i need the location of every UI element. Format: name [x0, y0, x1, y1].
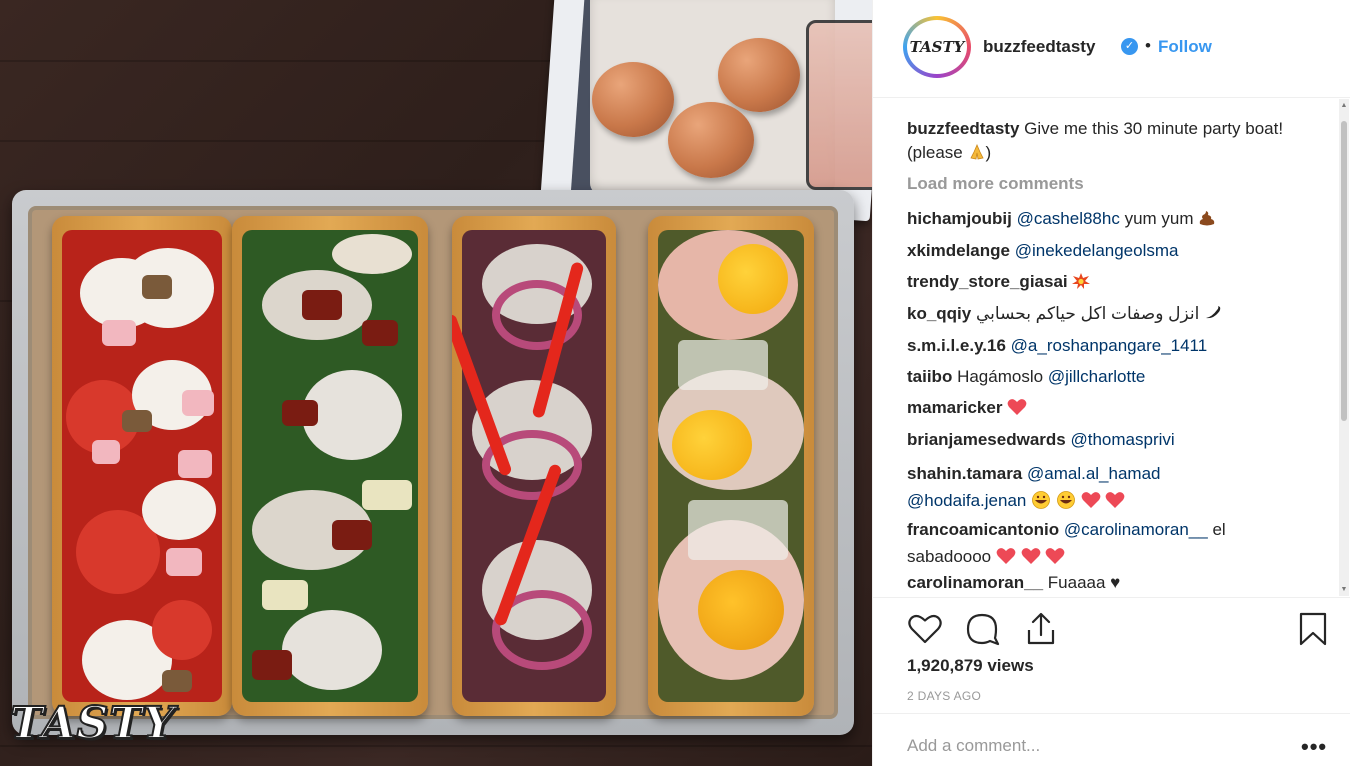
- scroll-down-arrow-icon[interactable]: ▼: [1340, 586, 1348, 593]
- comment-username[interactable]: taiibo: [907, 367, 952, 386]
- comment-username[interactable]: s.m.i.l.e.y.16: [907, 336, 1006, 355]
- comment-item: taiibo Hagámoslo @jillcharlotte: [907, 365, 1327, 388]
- comment-mention[interactable]: @jillcharlotte: [1048, 367, 1146, 386]
- red-heart-icon: [996, 548, 1016, 564]
- follow-button[interactable]: Follow: [1158, 37, 1212, 57]
- red-heart-icon: [1045, 548, 1065, 564]
- post-header: TASTY buzzfeedtasty ✓ • Follow: [873, 0, 1350, 98]
- comment-item: shahin.tamara @amal.al_hamad @hodaifa.je…: [907, 460, 1327, 514]
- comment-text: el: [1212, 520, 1226, 539]
- grinning-face-icon: [1032, 491, 1050, 509]
- comment-item: carolinamoran__ Fuaaaa ♥: [907, 571, 1327, 594]
- like-heart-icon[interactable]: [907, 612, 943, 646]
- avatar[interactable]: TASTY: [903, 16, 971, 78]
- comment-mention[interactable]: @thomasprivi: [1070, 430, 1174, 449]
- view-count: 1,920,879 views: [907, 656, 1034, 675]
- comment-username[interactable]: shahin.tamara: [907, 464, 1022, 483]
- separator: •: [1145, 36, 1151, 55]
- comment-mention[interactable]: @inekedelangeolsma: [1015, 241, 1179, 260]
- comment-text: Fuaaaa ♥: [1047, 573, 1121, 592]
- scroll-thumb[interactable]: [1341, 121, 1347, 421]
- comment-mention[interactable]: @amal.al_hamad: [1027, 464, 1161, 483]
- comment-item: hichamjoubij @cashel88hc yum yum: [907, 207, 1327, 230]
- verified-badge-icon: ✓: [1121, 38, 1138, 55]
- comment-username[interactable]: hichamjoubij: [907, 209, 1012, 228]
- more-options-button[interactable]: •••: [1301, 734, 1327, 760]
- comment-item: trendy_store_giasai: [907, 270, 1327, 293]
- comments-scrollbar[interactable]: ▲ ▼: [1339, 99, 1349, 596]
- bread-boat-egg: [648, 216, 814, 716]
- add-comment-input[interactable]: [907, 736, 1257, 756]
- comment-mention[interactable]: @a_roshanpangare_1411: [1011, 336, 1208, 355]
- save-bookmark-icon[interactable]: [1295, 612, 1331, 646]
- caption-text-end: ): [985, 143, 992, 162]
- caption-username[interactable]: buzzfeedtasty: [907, 119, 1019, 138]
- comment-text: yum yum: [1124, 209, 1194, 228]
- comment-username[interactable]: xkimdelange: [907, 241, 1010, 260]
- comment-item: brianjamesedwards @thomasprivi: [907, 428, 1327, 451]
- comment-item: s.m.i.l.e.y.16 @a_roshanpangare_1411: [907, 334, 1327, 357]
- comment-item: francoamicantonio @carolinamoran__ el sa…: [907, 516, 1327, 570]
- red-heart-icon: [1007, 399, 1027, 415]
- post-actions: 1,920,879 views 2 DAYS AGO: [873, 597, 1350, 713]
- comment-username[interactable]: carolinamoran__: [907, 573, 1043, 592]
- comments-list[interactable]: buzzfeedtasty Give me this 30 minute par…: [873, 99, 1339, 596]
- comment-username[interactable]: brianjamesedwards: [907, 430, 1066, 449]
- poop-emoji-icon: [1200, 211, 1215, 226]
- comment-item: xkimdelange @inekedelangeolsma: [907, 239, 1327, 262]
- comment-bubble-icon[interactable]: [965, 612, 1001, 646]
- bread-boat-pizza: [52, 216, 232, 716]
- comment-username[interactable]: francoamicantonio: [907, 520, 1059, 539]
- grinning-face-icon: [1056, 491, 1075, 509]
- red-heart-icon: [1081, 492, 1100, 508]
- comment-text: sabadoooo: [907, 547, 992, 566]
- avatar-logo-text: TASTY: [909, 38, 965, 56]
- collision-emoji-icon: [1072, 273, 1091, 289]
- comment-item: mamaricker: [907, 396, 1327, 419]
- egg: [668, 102, 754, 178]
- bread-boat-spinach: [232, 216, 428, 716]
- scroll-up-arrow-icon[interactable]: ▲: [1340, 102, 1348, 109]
- comment-username[interactable]: trendy_store_giasai: [907, 272, 1068, 291]
- post-media[interactable]: TASTY: [0, 0, 872, 766]
- post-sidebar: TASTY buzzfeedtasty ✓ • Follow buzzfeedt…: [872, 0, 1350, 766]
- egg: [718, 38, 800, 112]
- post-caption: buzzfeedtasty Give me this 30 minute par…: [907, 117, 1317, 165]
- comment-username[interactable]: mamaricker: [907, 398, 1002, 417]
- bread-boat-peppers: [452, 216, 616, 716]
- red-heart-icon: [1021, 548, 1040, 564]
- share-icon[interactable]: [1023, 612, 1059, 646]
- comment-text: انزل وصفات اكل حياكم بحسابي: [975, 304, 1200, 323]
- prosciutto-pack: [806, 20, 872, 190]
- egg: [592, 62, 674, 137]
- praying-hands-icon: [969, 144, 984, 160]
- tasty-watermark: TASTY: [9, 697, 176, 750]
- comment-mention[interactable]: @cashel88hc: [1017, 209, 1120, 228]
- comment-mention[interactable]: @hodaifa.jenan: [907, 491, 1026, 510]
- chili-pepper-icon: [1206, 306, 1221, 319]
- post-date: 2 DAYS AGO: [907, 689, 982, 703]
- comment-mention[interactable]: @carolinamoran__: [1064, 520, 1208, 539]
- comment-item: ko_qqiy انزل وصفات اكل حياكم بحسابي: [907, 302, 1327, 325]
- username[interactable]: buzzfeedtasty: [983, 37, 1095, 57]
- comment-username[interactable]: ko_qqiy: [907, 304, 971, 323]
- add-comment-bar: •••: [873, 713, 1350, 766]
- red-heart-icon: [1105, 492, 1125, 508]
- load-more-comments-button[interactable]: Load more comments: [907, 174, 1084, 194]
- comment-text: Hagámoslo: [957, 367, 1044, 386]
